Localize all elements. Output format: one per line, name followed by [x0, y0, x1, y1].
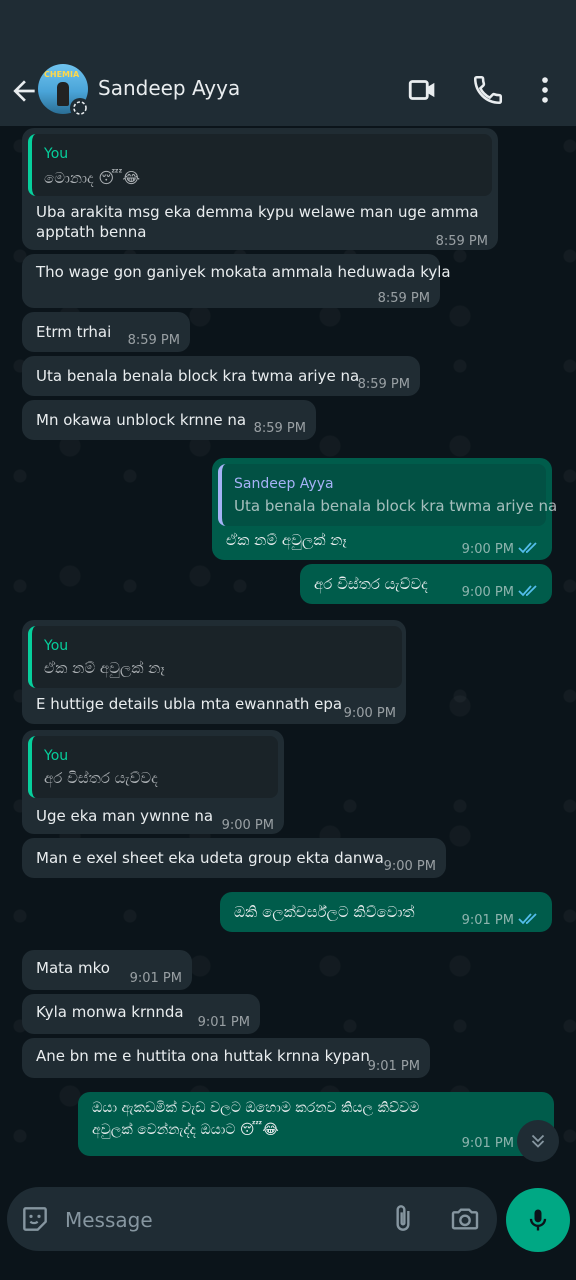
- avatar-text: CHEMIA: [44, 70, 80, 79]
- message-incoming[interactable]: Tho wage gon ganiyek mokata ammala heduw…: [22, 254, 451, 308]
- camera-icon[interactable]: [449, 1203, 481, 1235]
- message-incoming[interactable]: Man e exel sheet eka udeta group ekta da…: [22, 838, 446, 878]
- quoted-sender: You: [44, 638, 69, 654]
- sticker-icon[interactable]: [19, 1203, 51, 1235]
- message-time: 9:01 PM: [129, 971, 182, 986]
- message-incoming[interactable]: Mata mko 9:01 PM: [22, 950, 192, 990]
- message-text: Etrm trhai: [36, 323, 112, 341]
- video-call-icon[interactable]: [406, 73, 440, 107]
- phone-icon[interactable]: [471, 73, 505, 107]
- message-text: ඒක නම් අවුලක් නෑ: [226, 531, 347, 549]
- message-incoming[interactable]: Mn okawa unblock krnne na 8:59 PM: [22, 400, 316, 440]
- message-time: 9:00 PM: [461, 542, 514, 557]
- contact-name[interactable]: Sandeep Ayya: [98, 76, 240, 100]
- message-incoming[interactable]: Etrm trhai 8:59 PM: [22, 312, 190, 352]
- back-arrow-icon[interactable]: [8, 75, 40, 107]
- message-text: ඔකි ලෙක්චර්ස්ලට කිව්වොත්: [234, 903, 415, 921]
- message-time: 8:59 PM: [127, 333, 180, 348]
- message-time: 8:59 PM: [377, 291, 430, 306]
- voice-message-button[interactable]: [506, 1188, 570, 1252]
- message-incoming[interactable]: Kyla monwa krnnda 9:01 PM: [22, 994, 260, 1034]
- message-time: 9:01 PM: [197, 1015, 250, 1030]
- message-time: 8:59 PM: [435, 234, 488, 249]
- quoted-text: ඒක නම් අවුලක් නෑ: [44, 659, 165, 677]
- mic-icon: [529, 1209, 547, 1231]
- quoted-sender: You: [44, 748, 69, 764]
- message-time: 8:59 PM: [253, 421, 306, 436]
- quoted-message[interactable]: You අර විස්තර යැව්වද: [28, 736, 278, 798]
- message-time: 8:59 PM: [357, 377, 410, 392]
- message-text: Kyla monwa krnnda: [36, 1003, 184, 1021]
- status-ring-icon: [70, 98, 90, 118]
- chat-header: CHEMIA Sandeep Ayya: [0, 60, 576, 126]
- message-list[interactable]: You මොනාද 😴😂 Uba arakita msg eka demma k…: [0, 126, 576, 1178]
- message-time: 9:00 PM: [461, 585, 514, 600]
- message-incoming[interactable]: You ඒක නම් අවුලක් නෑ E huttige details u…: [22, 620, 406, 724]
- message-text: Mn okawa unblock krnne na: [36, 411, 247, 429]
- status-bar: [0, 0, 576, 60]
- message-outgoing[interactable]: Sandeep Ayya Uta benala benala block kra…: [212, 458, 557, 560]
- quoted-message[interactable]: You මොනාද 😴😂: [28, 134, 492, 196]
- message-text: අවුලක් වෙන්නැද්ද ඔයාට 😴😂: [92, 1122, 279, 1138]
- message-text: Mata mko: [36, 959, 110, 977]
- quoted-sender: Sandeep Ayya: [234, 476, 334, 492]
- read-ticks-icon: [518, 913, 537, 925]
- message-time: 9:00 PM: [343, 706, 396, 721]
- message-text: අර විස්තර යැව්වද: [314, 575, 428, 593]
- attach-icon[interactable]: [387, 1203, 419, 1235]
- quoted-text: මොනාද 😴😂: [44, 169, 141, 187]
- quoted-text: Uta benala benala block kra twma ariye n…: [234, 497, 558, 515]
- message-time: 9:00 PM: [221, 818, 274, 833]
- message-text: Uge eka man ywnne na: [36, 807, 214, 825]
- read-ticks-icon: [518, 585, 537, 597]
- quoted-text: අර විස්තර යැව්වද: [44, 769, 158, 787]
- message-text: Man e exel sheet eka udeta group ekta da…: [36, 849, 384, 867]
- message-time: 9:01 PM: [461, 1136, 514, 1151]
- quoted-message[interactable]: Sandeep Ayya Uta benala benala block kra…: [218, 464, 557, 526]
- message-text: Uba arakita msg eka demma kypu welawe ma…: [36, 203, 479, 221]
- message-composer: [7, 1187, 497, 1251]
- scroll-to-bottom-button[interactable]: [517, 1120, 559, 1162]
- message-text: Tho wage gon ganiyek mokata ammala heduw…: [36, 263, 451, 281]
- more-options-icon[interactable]: [528, 73, 562, 107]
- message-incoming[interactable]: You අර විස්තර යැව්වද Uge eka man ywnne n…: [22, 730, 284, 834]
- message-time: 9:01 PM: [461, 913, 514, 928]
- message-text: Uta benala benala block kra twma ariye n…: [36, 367, 360, 385]
- scroll-down-icon: [531, 1134, 545, 1148]
- message-input[interactable]: [63, 1201, 367, 1239]
- message-time: 9:00 PM: [383, 859, 436, 874]
- message-text: ඔයා ඇකඩමික් වැඩ වලට ඔහොම කරනව කියල කිව්ව…: [92, 1100, 420, 1116]
- message-outgoing[interactable]: අර විස්තර යැව්වද 9:00 PM: [300, 564, 552, 604]
- message-text: Ane bn me e huttita ona huttak krnna kyp…: [36, 1047, 370, 1065]
- message-outgoing[interactable]: ඔකි ලෙක්චර්ස්ලට කිව්වොත් 9:01 PM: [220, 892, 552, 932]
- quoted-sender: You: [44, 146, 69, 162]
- message-incoming[interactable]: Uta benala benala block kra twma ariye n…: [22, 356, 420, 396]
- message-incoming[interactable]: You මොනාද 😴😂 Uba arakita msg eka demma k…: [22, 128, 498, 250]
- message-text: E huttige details ubla mta ewannath epa: [36, 695, 343, 713]
- message-outgoing[interactable]: ඔයා ඇකඩමික් වැඩ වලට ඔහොම කරනව කියල කිව්ව…: [78, 1092, 554, 1156]
- message-time: 9:01 PM: [367, 1059, 420, 1074]
- message-incoming[interactable]: Ane bn me e huttita ona huttak krnna kyp…: [22, 1038, 430, 1078]
- message-text: apptath benna: [36, 223, 147, 241]
- quoted-message[interactable]: You ඒක නම් අවුලක් නෑ: [28, 626, 402, 688]
- read-ticks-icon: [518, 542, 537, 554]
